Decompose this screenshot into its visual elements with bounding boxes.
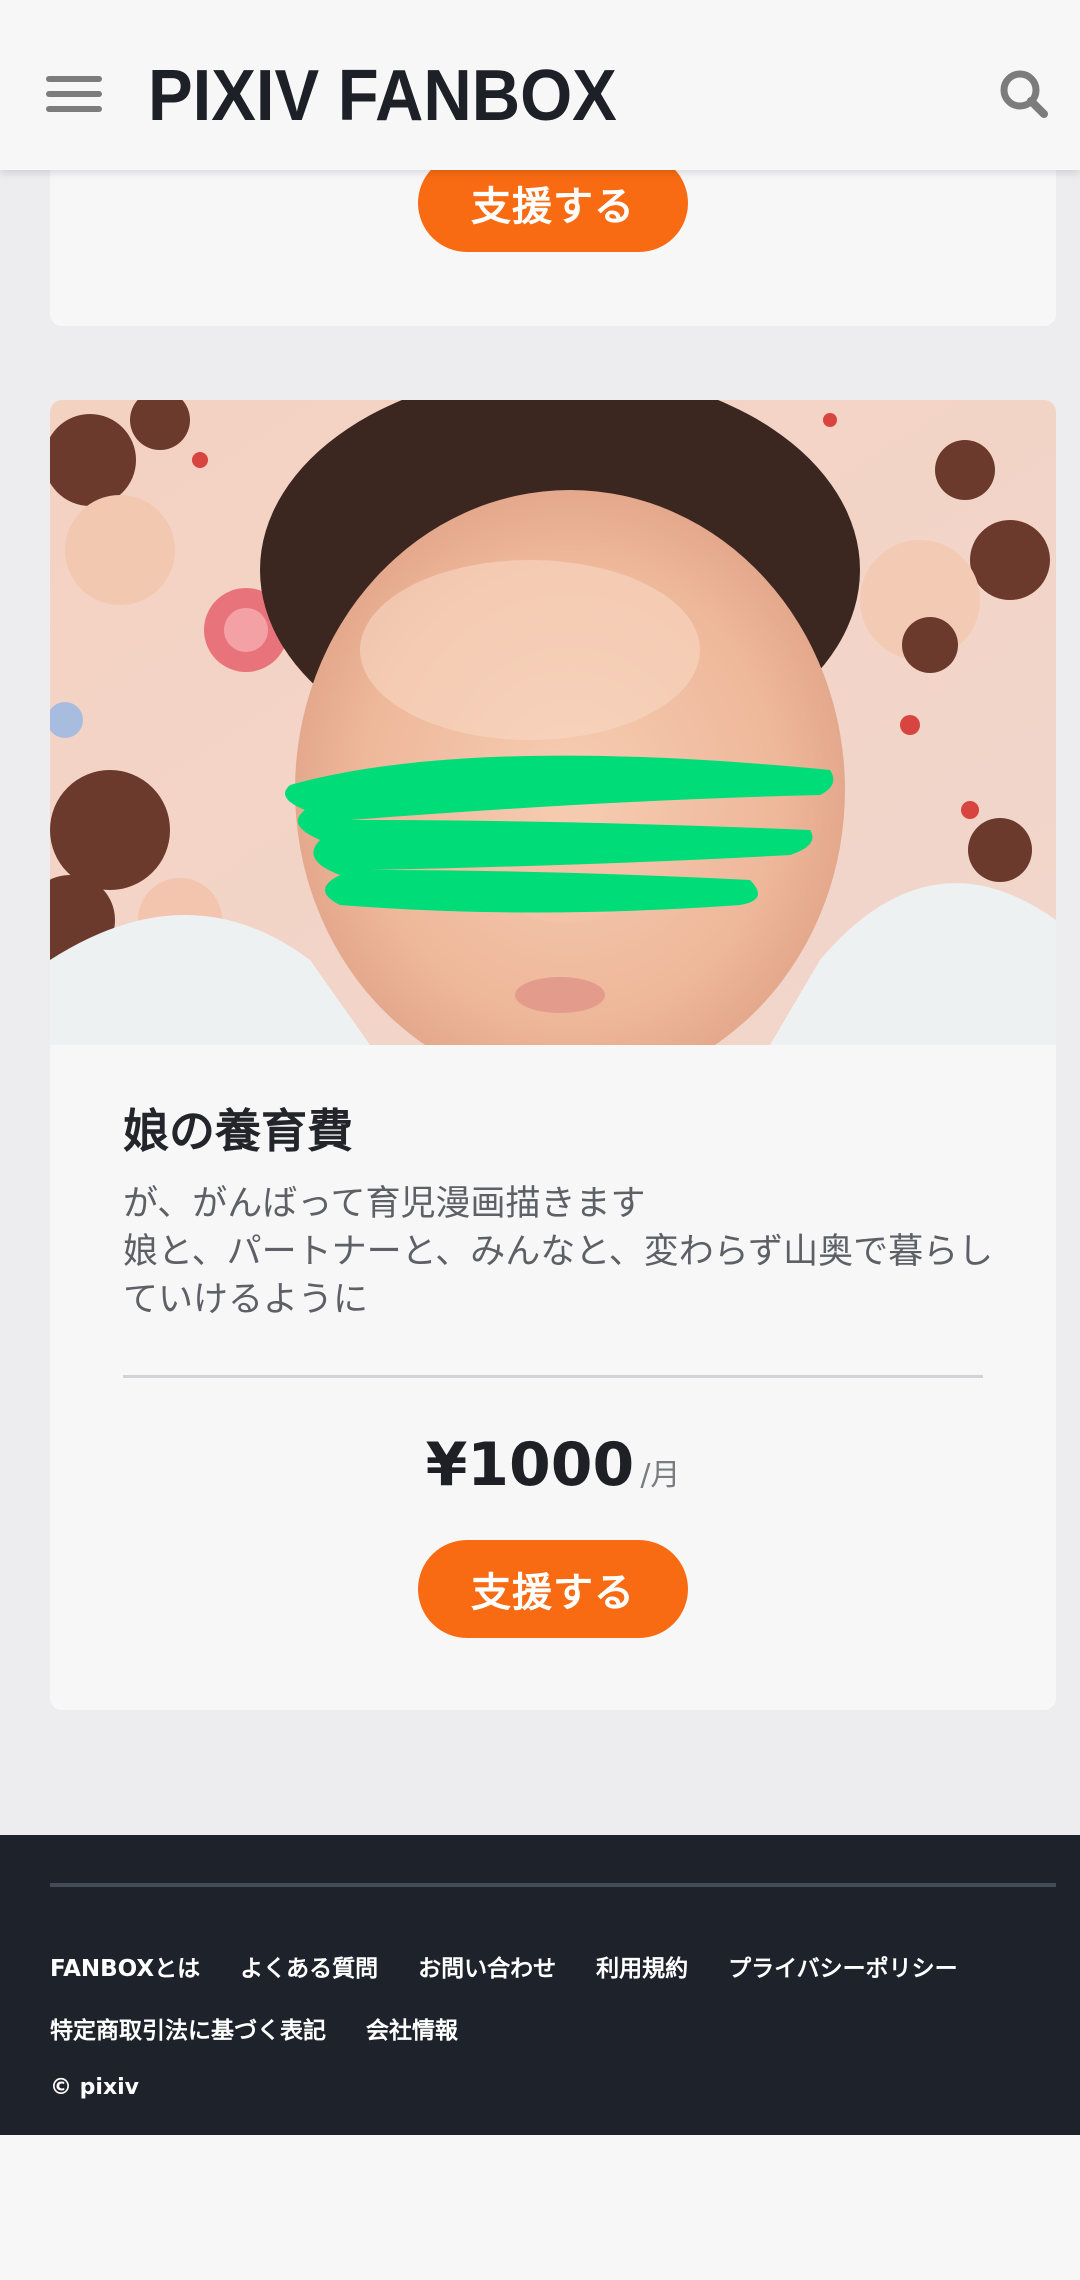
footer-links-row: FANBOXとは よくある質問 お問い合わせ 利用規約 プライバシーポリシー <box>50 1935 1056 1997</box>
footer-link-commerce-law[interactable]: 特定商取引法に基づく表記 <box>50 2011 326 2045</box>
fanbox-logo[interactable]: PIXIV FANBOX <box>148 56 617 136</box>
plan-title: 娘の養育費 <box>123 1104 353 1158</box>
footer-link-terms[interactable]: 利用規約 <box>596 1949 688 1983</box>
footer-link-contact[interactable]: お問い合わせ <box>418 1949 556 1983</box>
footer-link-about[interactable]: FANBOXとは <box>50 1949 200 1983</box>
search-icon[interactable] <box>998 68 1050 120</box>
support-button[interactable]: 支援する <box>418 1540 688 1638</box>
plan-description-line: 娘と、パートナーと、みんなと、変わらず山奥で暮らしていけるように <box>123 1232 994 1320</box>
hamburger-menu-icon[interactable] <box>46 76 102 112</box>
plan-price: ¥1000/月 <box>50 1430 1056 1500</box>
footer-link-company[interactable]: 会社情報 <box>366 2011 458 2045</box>
footer-link-faq[interactable]: よくある質問 <box>240 1949 378 1983</box>
footer-links: FANBOXとは よくある質問 お問い合わせ 利用規約 プライバシーポリシー 特… <box>50 1935 1056 2059</box>
footer-divider <box>50 1883 1056 1887</box>
plan-description: が、がんばって育児漫画描きます 娘と、パートナーと、みんなと、変わらず山奥で暮ら… <box>123 1180 1003 1324</box>
footer-link-privacy[interactable]: プライバシーポリシー <box>728 1949 958 1983</box>
footer-links-row: 特定商取引法に基づく表記 会社情報 <box>50 1997 1056 2059</box>
plan-description-line: が、がんばって育児漫画描きます <box>123 1184 646 1224</box>
bottom-blank-area <box>0 2135 1080 2280</box>
top-bar: PIXIV FANBOX <box>0 0 1080 170</box>
footer: FANBOXとは よくある質問 お問い合わせ 利用規約 プライバシーポリシー 特… <box>0 1835 1080 2135</box>
divider <box>123 1375 983 1378</box>
plan-card: 娘の養育費 が、がんばって育児漫画描きます 娘と、パートナーと、みんなと、変わら… <box>50 400 1056 1710</box>
copyright: © pixiv <box>50 2075 140 2100</box>
price-unit: /月 <box>640 1458 681 1493</box>
price-value: ¥1000 <box>425 1430 635 1500</box>
plan-cover-image <box>50 400 1056 1045</box>
